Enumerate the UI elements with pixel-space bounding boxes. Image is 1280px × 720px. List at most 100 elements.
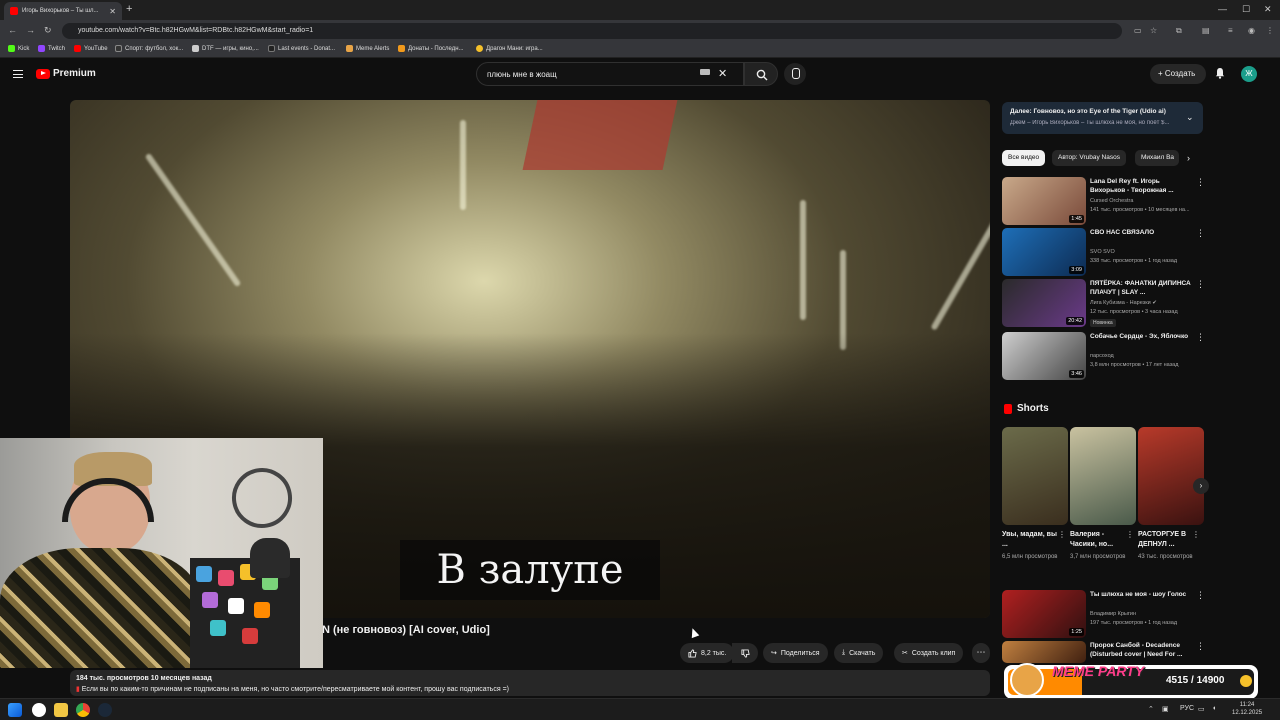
yandex-browser-icon[interactable] (32, 703, 46, 717)
bookmark-twitch[interactable]: Twitch (38, 45, 65, 52)
search-button[interactable] (744, 62, 778, 86)
kebab-menu-icon[interactable]: ⋮ (1058, 530, 1066, 539)
windows-start-icon[interactable] (8, 703, 22, 717)
video-scene-flag (522, 100, 678, 170)
hamburger-menu-icon[interactable] (13, 70, 23, 78)
steam-icon[interactable] (98, 703, 112, 717)
sport-icon (115, 45, 122, 52)
bookmark-youtube[interactable]: YouTube (74, 45, 108, 52)
action-figure (250, 538, 290, 578)
bookmark-donat[interactable]: Last events - Donat... (268, 45, 335, 52)
tray-chevron-icon[interactable]: ⌃ (1148, 705, 1154, 713)
share-button[interactable]: ↪ Поделиться (763, 643, 828, 663)
more-icon[interactable]: ⋮ (1266, 26, 1274, 35)
share-icon: ↪ (771, 650, 777, 657)
scissors-icon: ✂ (902, 650, 908, 657)
sticker (218, 570, 234, 586)
extensions-icon[interactable]: ⧉ (1176, 26, 1182, 36)
keyboard-icon[interactable] (700, 69, 710, 75)
bookmark-donations[interactable]: Донаты - Последн... (398, 45, 464, 52)
network-icon[interactable]: ▭ (1198, 705, 1205, 713)
plus-icon: + (1158, 69, 1165, 78)
related-video[interactable]: Пророк Санбой - Decadence (Disturbed cov… (1002, 641, 1205, 663)
bookmark-star-icon[interactable]: ☆ (1150, 26, 1157, 35)
short-thumbnail[interactable] (1070, 427, 1136, 525)
maximize-icon[interactable]: ☐ (1242, 4, 1250, 15)
more-actions-button[interactable]: ⋯ (972, 643, 990, 663)
related-video[interactable]: 1:45 Lana Del Rey ft. Игорь Вихорьков - … (1002, 177, 1205, 225)
account-avatar[interactable]: Ж (1241, 66, 1257, 82)
download-button[interactable]: ⤓ Скачать (834, 643, 884, 663)
video-light-beam (800, 200, 806, 320)
video-light-beam (144, 152, 242, 288)
dragon-money-icon (476, 45, 483, 52)
chip-all-videos[interactable]: Все видео (1002, 150, 1046, 166)
bookmark-dtf[interactable]: DTF — игры, кино,... (192, 45, 259, 52)
chrome-icon[interactable] (76, 703, 90, 717)
cast-icon[interactable]: ▭ (1134, 26, 1142, 35)
bookmarks-bar: Kick Twitch YouTube Спорт: футбол, хок..… (0, 42, 1280, 58)
related-video[interactable]: 3:09 СВО НАС СВЯЗАЛО SVO SVO 338 тыс. пр… (1002, 228, 1205, 276)
kebab-menu-icon[interactable]: ⋮ (1196, 590, 1205, 601)
reload-icon[interactable]: ↻ (44, 25, 52, 36)
profile-icon[interactable]: ◉ (1248, 26, 1255, 35)
chevron-down-icon[interactable]: ⌄ (1186, 112, 1194, 123)
kebab-menu-icon[interactable]: ⋮ (1196, 332, 1205, 343)
short-thumbnail[interactable] (1002, 427, 1068, 525)
kebab-menu-icon[interactable]: ⋮ (1196, 228, 1205, 239)
create-button[interactable]: + Создать (1150, 64, 1206, 84)
language-indicator[interactable]: РУС (1180, 705, 1194, 712)
new-badge: Новинка (1090, 319, 1116, 327)
chip-mikhail[interactable]: Михаил Ва (1135, 150, 1179, 166)
up-next-panel[interactable]: Далее: Говновоз, но это Eye of the Tiger… (1002, 102, 1203, 134)
youtube-header: Premium плюнь мне в жоащ ✕ + Создать Ж (0, 58, 1280, 94)
sticker (210, 620, 226, 636)
up-next-subtitle: Джем – Игорь Вихорьков – Ты шлюха не моя… (1010, 120, 1170, 126)
video-description[interactable]: 184 тыс. просмотров 10 месяцев назад ▮ Е… (70, 670, 990, 696)
system-clock[interactable]: 11:24 12.12.2025 (1232, 701, 1262, 717)
kebab-menu-icon[interactable]: ⋮ (1196, 279, 1205, 290)
kebab-menu-icon[interactable]: ⋮ (1196, 641, 1205, 652)
address-input[interactable]: youtube.com/watch?v=Btc.h82HGwM&list=RDB… (62, 23, 1122, 39)
related-video[interactable]: 20:42 ПЯТЁРКА: ФАНАТКИ ДИПИНСА ПЛАЧУТ | … (1002, 279, 1205, 327)
bookmark-kick[interactable]: Kick (8, 45, 29, 52)
sidepanel-icon[interactable]: ▤ (1202, 26, 1210, 35)
notifications-bell-icon[interactable] (1214, 67, 1226, 79)
short-title[interactable]: Валерия - Часики, но... (1070, 530, 1126, 550)
volume-icon[interactable]: ◖ (1212, 705, 1216, 712)
like-button[interactable]: 8,2 тыс. (680, 643, 735, 663)
bookmark-sport[interactable]: Спорт: футбол, хок... (115, 45, 183, 52)
dislike-button[interactable] (732, 643, 758, 663)
video-thumbnail: 1:45 (1002, 177, 1086, 225)
related-video[interactable]: 3:46 Собачье Сердце - Эх, Яблочко парсох… (1002, 332, 1205, 380)
browser-tab-active[interactable]: Игорь Вихорьков – Ты шл... ✕ (4, 2, 122, 20)
related-video[interactable]: 1:25 Ты шлюха не моя - шоу Голос Владими… (1002, 590, 1205, 638)
new-tab-button[interactable]: + (126, 3, 132, 15)
kebab-menu-icon[interactable]: ⋮ (1192, 530, 1200, 539)
file-explorer-icon[interactable] (54, 703, 68, 717)
kebab-menu-icon[interactable]: ⋮ (1196, 177, 1205, 188)
video-title: N (не говновоз) [AI cover, Udio] (322, 624, 490, 636)
close-tab-icon[interactable]: ✕ (109, 7, 116, 16)
create-clip-button[interactable]: ✂ Создать клип (894, 643, 964, 663)
shorts-next-arrow-icon[interactable]: › (1193, 478, 1209, 494)
minimize-icon[interactable]: — (1218, 4, 1227, 14)
tray-app-icon[interactable]: ▣ (1162, 705, 1169, 713)
kebab-menu-icon[interactable]: ⋮ (1126, 530, 1134, 539)
clear-search-icon[interactable]: ✕ (718, 67, 727, 80)
menu-icon[interactable]: ≡ (1228, 26, 1233, 35)
windows-taskbar: ⌃ ▣ РУС ▭ ◖ 11:24 12.12.2025 (0, 698, 1280, 720)
close-window-icon[interactable]: ✕ (1264, 4, 1272, 15)
short-title[interactable]: РАСТОРГУЕ В ДЕПНУЛ ... (1138, 530, 1194, 550)
short-thumbnail[interactable] (1138, 427, 1204, 525)
chip-author[interactable]: Автор: Vrubay Nasos (1052, 150, 1126, 166)
bookmark-dragon-money[interactable]: Драгон Мани: игра... (476, 45, 543, 52)
back-icon[interactable]: ← (8, 25, 17, 35)
short-title[interactable]: Увы, мадам, вы ... (1002, 530, 1058, 550)
chevron-right-icon[interactable]: › (1187, 153, 1190, 163)
voice-search-mic-icon[interactable] (784, 63, 806, 85)
youtube-logo[interactable]: Premium (36, 68, 96, 79)
bookmark-meme-alerts[interactable]: Meme Alerts (346, 45, 389, 52)
forward-icon[interactable]: → (26, 25, 35, 35)
twitch-icon (38, 45, 45, 52)
